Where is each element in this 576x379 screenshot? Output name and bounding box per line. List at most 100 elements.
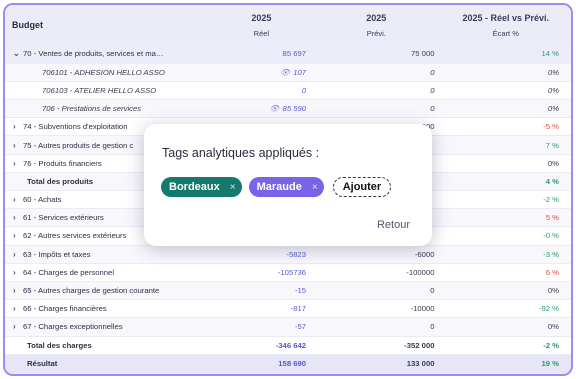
row-label: 63 - Impôts et taxes (23, 249, 91, 259)
tag-list: Bordeaux × Maraude × Ajouter (161, 177, 392, 197)
row-ecart: 6 % (545, 267, 559, 277)
row-ecart: 0% (547, 67, 559, 77)
chevron-right-icon[interactable]: › (13, 195, 23, 204)
row-reel: -817 (290, 304, 307, 314)
row-label: 70 - Ventes de produits, services et ma… (23, 49, 164, 59)
row-label: 64 - Charges de personnel (23, 267, 115, 277)
row-ecart: 19 % (440, 354, 571, 374)
row-reel: 107 (293, 67, 307, 77)
table-row[interactable]: › 64 - Charges de personnel -105736 -1000… (5, 263, 571, 282)
previ-subtitle: Prévi. (366, 28, 386, 38)
table-row[interactable]: ⌄ 70 - Ventes de produits, services et ma… (5, 45, 571, 64)
row-previ: 75 000 (312, 45, 441, 64)
chevron-right-icon[interactable]: › (13, 250, 23, 259)
row-ecart: 0% (547, 322, 559, 332)
resultat-row: Résultat 158 690 133 000 19 % (5, 354, 571, 374)
total-charges-row: Total des charges -346 642 -352 000 -2 % (5, 336, 571, 355)
table-header: Budget 2025 Réel 2025 Prévi. 2025 - Réel… (5, 5, 571, 45)
row-label: 74 - Subventions d'exploitation (23, 122, 128, 132)
chevron-right-icon[interactable]: › (13, 122, 23, 131)
row-ecart: -92 % (538, 304, 559, 314)
row-ecart: -0 % (543, 231, 559, 241)
row-previ: 0 (430, 286, 435, 296)
row-label: 706101 - ADHESION HELLO ASSO (42, 67, 165, 77)
row-previ: 0 (430, 322, 435, 332)
previ-column-header: 2025 Prévi. (312, 5, 440, 45)
chevron-right-icon[interactable]: › (13, 159, 23, 168)
row-label: 61 - Services extérieurs (23, 213, 104, 223)
budget-column-header: Budget (12, 20, 43, 30)
row-label: 66 - Charges financières (23, 304, 107, 314)
chevron-right-icon[interactable]: › (13, 286, 23, 295)
row-label: 62 - Autres services extérieurs (23, 231, 127, 241)
chevron-right-icon[interactable]: › (13, 213, 23, 222)
add-tag-button[interactable]: Ajouter (332, 177, 392, 197)
row-previ: 133 000 (312, 354, 441, 374)
close-icon[interactable]: × (312, 182, 318, 193)
row-reel: 158 690 (210, 354, 313, 374)
chevron-down-icon[interactable]: ⌄ (13, 49, 23, 58)
row-reel: 85 590 (282, 104, 307, 114)
row-ecart: -2 % (543, 340, 559, 350)
chevron-right-icon[interactable]: › (13, 231, 23, 240)
table-row[interactable]: › 63 - Impôts et taxes -5823 -6000 -3 % (5, 245, 571, 264)
row-label: 706103 - ATELIER HELLO ASSO (42, 85, 157, 95)
row-ecart: -2 % (543, 195, 559, 205)
back-button[interactable]: Retour (377, 219, 410, 231)
chevron-right-icon[interactable]: › (13, 141, 23, 150)
row-reel: -57 (294, 322, 307, 332)
row-label: 67 - Charges exceptionnelles (23, 322, 123, 332)
row-previ: 0 (430, 104, 435, 114)
row-reel: 85 697 (210, 45, 313, 64)
row-label: 75 - Autres produits de gestion c (23, 140, 134, 150)
row-label: Résultat (5, 354, 211, 374)
ecart-title: 2025 - Réel vs Prévi. (462, 12, 550, 23)
row-label: 706 - Prestations de services (42, 104, 142, 114)
previ-year: 2025 (366, 12, 387, 23)
row-ecart: -5 % (543, 122, 559, 132)
close-icon[interactable]: × (230, 182, 236, 193)
table-row[interactable]: › 65 - Autres charges de gestion courante… (5, 281, 571, 300)
eye-icon[interactable]: 👁 (269, 104, 279, 113)
row-ecart: 0% (547, 104, 559, 114)
eye-icon[interactable]: 👁 (280, 68, 290, 77)
row-label: 65 - Autres charges de gestion courante (23, 286, 160, 296)
ecart-subtitle: Écart % (492, 28, 519, 38)
row-ecart: 0% (547, 85, 559, 95)
popover-title: Tags analytiques appliqués : (162, 146, 320, 160)
tag-maraude[interactable]: Maraude × (248, 177, 324, 197)
chevron-right-icon[interactable]: › (13, 268, 23, 277)
row-reel: 0 (301, 85, 307, 95)
row-reel: -15 (294, 286, 307, 296)
row-label: 76 - Produits financiers (23, 158, 102, 168)
row-previ: 0 (430, 85, 435, 95)
tag-label: Maraude (256, 181, 302, 193)
row-ecart: 5 % (545, 213, 559, 223)
table-row[interactable]: › 67 - Charges exceptionnelles -57 0 0% (5, 317, 571, 336)
row-label: 60 - Achats (23, 195, 62, 205)
row-previ: -10000 (410, 304, 435, 314)
table-row: 706101 - ADHESION HELLO ASSO 👁 107 0 0% (5, 63, 571, 82)
row-previ: -352 000 (404, 340, 435, 350)
table-row: 706 - Prestations de services 👁 85 590 0 … (5, 99, 571, 118)
row-ecart: 7 % (545, 140, 559, 150)
analytic-tags-popover: Tags analytiques appliqués : Bordeaux × … (144, 124, 432, 246)
row-reel: -5823 (286, 249, 307, 259)
row-reel: -346 642 (275, 340, 307, 350)
row-ecart: 4 % (545, 176, 559, 186)
row-ecart: 0% (547, 158, 559, 168)
ecart-column-header: 2025 - Réel vs Prévi. Écart % (441, 5, 571, 45)
tag-label: Bordeaux (169, 181, 220, 193)
row-previ: -100000 (406, 267, 435, 277)
row-previ: -6000 (414, 249, 435, 259)
chevron-right-icon[interactable]: › (13, 322, 23, 331)
reel-column-header: 2025 Réel (211, 5, 312, 45)
chevron-right-icon[interactable]: › (13, 304, 23, 313)
table-row: 706103 - ATELIER HELLO ASSO 0 0 0% (5, 81, 571, 100)
row-reel: -105736 (277, 267, 307, 277)
table-row[interactable]: › 66 - Charges financières -817 -10000 -9… (5, 299, 571, 318)
row-ecart: -3 % (543, 249, 559, 259)
row-label: Total des charges (27, 340, 92, 350)
tag-bordeaux[interactable]: Bordeaux × (161, 177, 242, 197)
row-ecart: 14 % (440, 45, 571, 64)
